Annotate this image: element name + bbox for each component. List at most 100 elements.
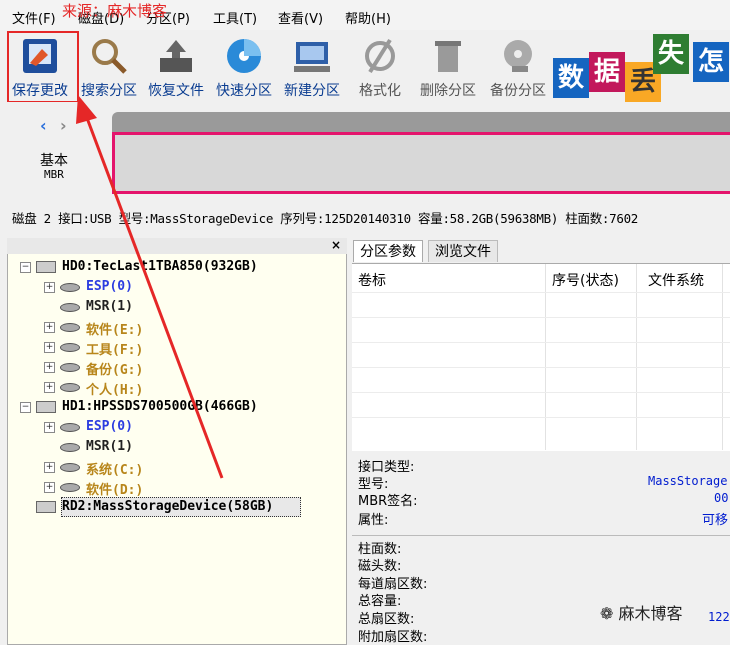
expand-icon[interactable]: + [44,422,55,433]
tree-partition-item[interactable]: 个人(H:) [86,379,143,398]
disk-icon [36,401,56,413]
expand-icon[interactable]: + [44,482,55,493]
prop-heads: 磁头数: [358,559,402,574]
quick-partition-button[interactable]: 快速分区 [210,30,278,100]
banner-char: 失 [653,34,689,74]
tree-partition-item[interactable]: MSR(1) [86,299,133,314]
prop-extra-sectors: 附加扇区数: [358,630,428,645]
column-header-index[interactable]: 序号(状态) [552,270,619,290]
quick-partition-label: 快速分区 [216,83,272,99]
new-partition-button[interactable]: 新建分区 [278,30,346,100]
column-header-label[interactable]: 卷标 [358,270,386,290]
recover-file-icon [160,40,192,72]
tree-partition-item[interactable]: 系统(C:) [86,459,143,478]
prop-total-sectors: 总扇区数: [358,612,415,627]
partition-icon [60,323,80,332]
save-button-highlight [7,31,79,103]
search-icon [92,39,127,74]
partition-icon [60,443,80,452]
disk-bar[interactable] [112,132,730,194]
menu-help[interactable]: 帮助(H) [345,8,391,27]
grid-row-line [352,292,730,293]
disk-bar-header [112,112,730,132]
disk-icon [36,261,56,273]
tree-partition-item[interactable]: 软件(E:) [86,319,143,338]
partition-icon [60,303,80,312]
expand-icon[interactable]: + [44,462,55,473]
tab-partition-params[interactable]: 分区参数 [353,240,423,262]
recover-file-button[interactable]: 恢复文件 [142,30,210,100]
search-partition-button[interactable]: 搜索分区 [75,30,143,100]
collapse-icon[interactable]: − [20,402,31,413]
column-header-filesystem[interactable]: 文件系统 [648,270,704,290]
tree-partition-item[interactable]: ESP(0) [86,279,133,294]
backup-partition-label: 备份分区 [490,83,546,99]
expand-icon[interactable]: + [44,282,55,293]
new-partition-label: 新建分区 [284,83,340,99]
disk-icon [36,501,56,513]
delete-partition-icon [435,41,461,72]
format-button[interactable]: 格式化 [346,30,414,100]
expand-icon[interactable]: + [44,362,55,373]
chevron-left-icon[interactable]: ‹ [40,116,47,135]
menu-file[interactable]: 文件(F) [12,8,56,27]
tree-partition-item[interactable]: MSR(1) [86,439,133,454]
partition-icon [60,483,80,492]
collapse-icon[interactable]: − [20,262,31,273]
menu-tools[interactable]: 工具(T) [213,8,257,27]
wechat-icon: ❁ [600,604,614,623]
partition-icon [60,423,80,432]
disk-type-label: 基本 [40,153,68,169]
tree-partition-item[interactable]: 工具(F:) [86,339,143,358]
prop-model-value: MassStorage [648,474,728,488]
chevron-right-icon[interactable]: › [60,116,67,135]
format-label: 格式化 [359,83,401,99]
partition-icon [60,383,80,392]
banner-char: 怎 [693,42,729,82]
disk-info-line: 磁盘 2 接口:USB 型号:MassStorageDevice 序列号:125… [12,211,639,226]
close-icon[interactable]: × [331,238,341,252]
disk-tree-panel [7,238,347,645]
tab-browse-files[interactable]: 浏览文件 [428,240,498,262]
new-partition-icon [294,42,330,72]
grid-row-line [352,317,730,318]
tree-partition-item[interactable]: ESP(0) [86,419,133,434]
properties-divider [352,535,730,536]
grid-row-line [352,367,730,368]
partition-icon [60,283,80,292]
source-watermark: 来源：麻木博客 [62,2,168,20]
tree-panel-header [7,238,347,254]
tree-disk-item[interactable]: HD0:TecLast1TBA850(932GB) [62,259,258,274]
wechat-watermark: ❁ 麻木博客 [600,600,683,624]
grid-row-line [352,417,730,418]
prop-mbr-signature-value: 00 [714,491,729,505]
backup-partition-button[interactable]: 备份分区 [484,30,552,100]
banner-char: 据 [589,52,625,92]
search-partition-label: 搜索分区 [81,83,137,99]
tree-partition-item[interactable]: 软件(D:) [86,479,143,498]
expand-icon[interactable]: + [44,322,55,333]
tree-disk-item[interactable]: RD2:MassStorageDevice(58GB) [62,499,273,514]
prop-total-sectors-value: 122 [708,610,730,624]
disk-style-label: MBR [44,168,64,181]
ad-banner[interactable]: 数 据 丢 失 怎 [553,30,730,102]
quick-partition-icon [227,39,261,73]
format-icon [365,38,395,74]
grid-row-line [352,392,730,393]
partition-icon [60,463,80,472]
tree-partition-item[interactable]: 备份(G:) [86,359,143,378]
menu-view[interactable]: 查看(V) [278,8,323,27]
delete-partition-button[interactable]: 删除分区 [414,30,482,100]
prop-mbr-signature: MBR签名: [358,494,418,509]
backup-partition-icon [504,40,532,72]
expand-icon[interactable]: + [44,342,55,353]
grid-row-line [352,342,730,343]
prop-attribute-value: 可移 [702,513,729,528]
prop-total-capacity: 总容量: [358,594,402,609]
expand-icon[interactable]: + [44,382,55,393]
tree-disk-item[interactable]: HD1:HPSSDS700500GB(466GB) [62,399,258,414]
delete-partition-label: 删除分区 [420,83,476,99]
partition-icon [60,363,80,372]
prop-attribute: 属性: [358,513,389,528]
partition-icon [60,343,80,352]
